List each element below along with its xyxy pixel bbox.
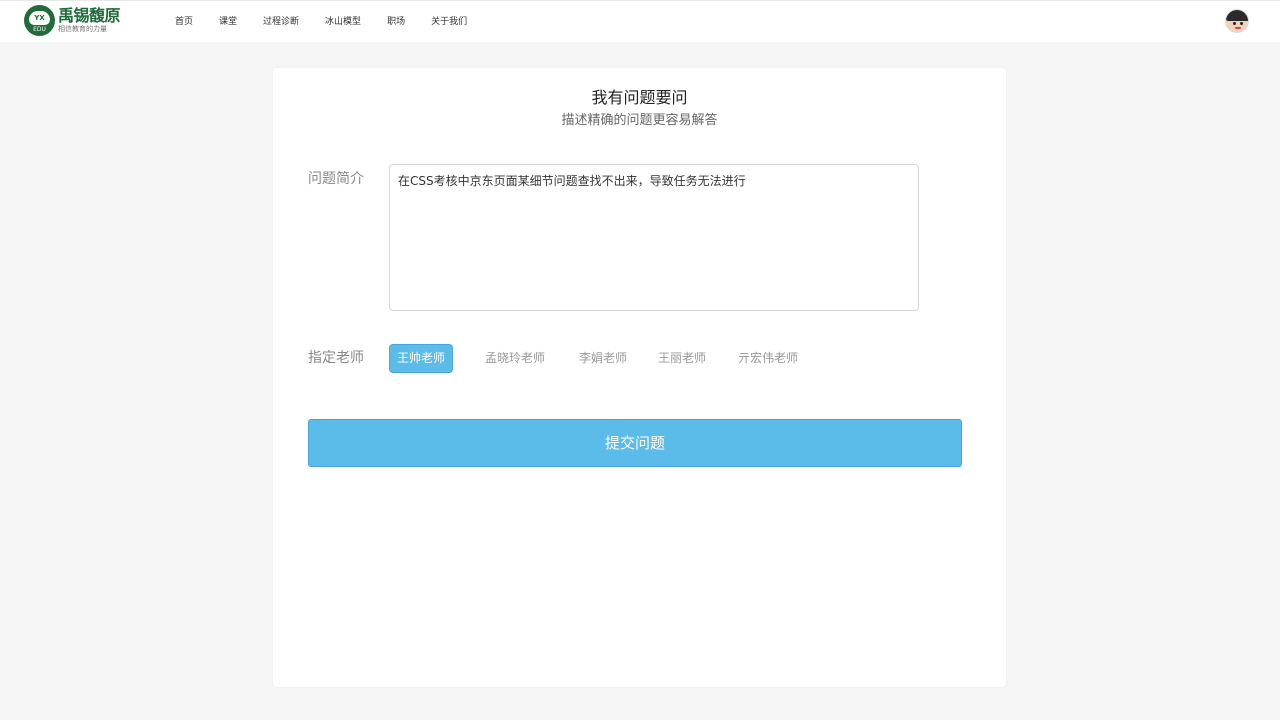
nav-item-workplace[interactable]: 职场 <box>387 1 405 43</box>
nav-item-diagnosis[interactable]: 过程诊断 <box>263 1 299 43</box>
question-intro-textarea[interactable]: 在CSS考核中京东页面某细节问题查找不出来，导致任务无法进行 <box>389 164 919 311</box>
logo-emblem: YX EDU <box>24 5 55 36</box>
page-subtitle: 描述精确的问题更容易解答 <box>561 113 718 128</box>
top-navbar: YX EDU 禹锡馥原 相信教育的力量 首页 课堂 过程诊断 冰山模型 职场 关… <box>0 0 1280 42</box>
nav-item-classroom[interactable]: 课堂 <box>219 1 237 43</box>
teacher-option-qi-hongwei[interactable]: 亓宏伟老师 <box>731 344 805 373</box>
logo-sub-text: EDU <box>33 26 46 33</box>
avatar-eye <box>1240 22 1243 25</box>
teacher-option-li-juan[interactable]: 李娟老师 <box>572 344 634 373</box>
brand-logo[interactable]: YX EDU 禹锡馥原 相信教育的力量 <box>24 5 124 37</box>
teacher-options: 王帅老师 孟晓玲老师 李娟老师 王丽老师 亓宏伟老师 <box>389 344 805 373</box>
teacher-option-meng-xiaoling[interactable]: 孟晓玲老师 <box>478 344 552 373</box>
main-nav: 首页 课堂 过程诊断 冰山模型 职场 关于我们 <box>175 1 493 43</box>
brand-name: 禹锡馥原 <box>58 6 121 25</box>
nav-item-iceberg-model[interactable]: 冰山模型 <box>325 1 361 43</box>
avatar-eye <box>1233 22 1236 25</box>
avatar-hair <box>1226 10 1248 21</box>
logo-cloud-text: YX <box>34 14 45 22</box>
question-intro-label: 问题简介 <box>308 171 364 187</box>
page-title: 我有问题要问 <box>591 88 688 107</box>
teacher-label: 指定老师 <box>308 350 364 366</box>
avatar-mouth <box>1235 27 1241 29</box>
teacher-option-wang-li[interactable]: 王丽老师 <box>651 344 713 373</box>
ask-question-card: 我有问题要问 描述精确的问题更容易解答 问题简介 在CSS考核中京东页面某细节问… <box>273 68 1006 687</box>
submit-question-button[interactable]: 提交问题 <box>308 419 962 467</box>
teacher-option-wang-shuai[interactable]: 王帅老师 <box>389 344 454 373</box>
avatar-icon[interactable] <box>1225 9 1249 33</box>
nav-item-home[interactable]: 首页 <box>175 1 193 43</box>
brand-slogan: 相信教育的力量 <box>58 25 107 33</box>
nav-item-about-us[interactable]: 关于我们 <box>431 1 467 43</box>
cloud-icon: YX <box>29 11 50 25</box>
